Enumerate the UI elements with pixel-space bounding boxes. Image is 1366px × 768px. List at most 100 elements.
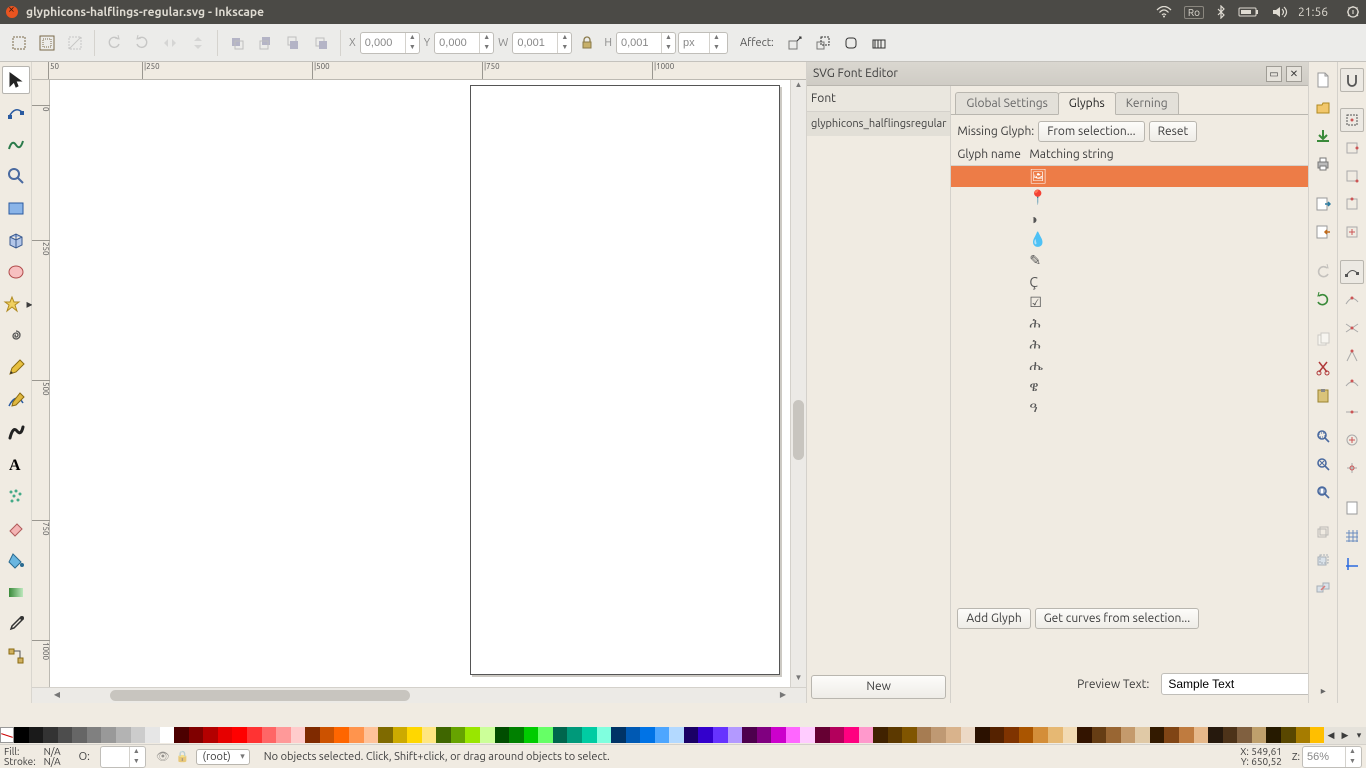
- color-swatch[interactable]: [291, 727, 306, 743]
- lower-bottom-icon[interactable]: [308, 30, 334, 56]
- color-swatch[interactable]: [509, 727, 524, 743]
- cut-icon[interactable]: [1311, 356, 1335, 380]
- cmd-col-expand-icon[interactable]: ▸: [1321, 685, 1326, 697]
- color-swatch[interactable]: [698, 727, 713, 743]
- snap-bbox-edge-icon[interactable]: [1340, 136, 1364, 160]
- bezier-tool-icon[interactable]: [2, 386, 30, 414]
- h-spinner[interactable]: ▲▼: [616, 32, 676, 54]
- color-swatch[interactable]: [101, 727, 116, 743]
- color-swatch[interactable]: [1296, 727, 1311, 743]
- select-all-layers-icon[interactable]: [6, 30, 32, 56]
- color-swatch[interactable]: [364, 727, 379, 743]
- color-swatch[interactable]: [611, 727, 626, 743]
- print-icon[interactable]: [1311, 152, 1335, 176]
- palette-scroll-right-icon[interactable]: ▶: [1338, 727, 1352, 744]
- vertical-scrollbar[interactable]: ▲▼: [790, 80, 806, 687]
- color-swatch[interactable]: [931, 727, 946, 743]
- color-swatch[interactable]: [1310, 727, 1324, 743]
- dropper-tool-icon[interactable]: [2, 610, 30, 638]
- duplicate-icon[interactable]: [1311, 520, 1335, 544]
- color-swatch[interactable]: [451, 727, 466, 743]
- color-swatch[interactable]: [1266, 727, 1281, 743]
- color-swatch[interactable]: [1004, 727, 1019, 743]
- color-swatch[interactable]: [145, 727, 160, 743]
- raise-icon[interactable]: [252, 30, 278, 56]
- spiral-tool-icon[interactable]: [2, 322, 30, 350]
- eraser-tool-icon[interactable]: [2, 514, 30, 542]
- x-spinner[interactable]: ▲▼: [360, 32, 420, 54]
- color-swatch[interactable]: [1281, 727, 1296, 743]
- color-swatch[interactable]: [888, 727, 903, 743]
- color-swatch[interactable]: [742, 727, 757, 743]
- color-swatch[interactable]: [349, 727, 364, 743]
- color-swatch[interactable]: [990, 727, 1005, 743]
- deselect-icon[interactable]: [62, 30, 88, 56]
- palette-menu-icon[interactable]: ▾: [1352, 727, 1366, 744]
- color-swatch[interactable]: [29, 727, 44, 743]
- snap-bbox-center-icon[interactable]: [1340, 220, 1364, 244]
- new-font-button[interactable]: New: [811, 675, 946, 699]
- snap-enable-icon[interactable]: [1340, 68, 1364, 92]
- reset-button[interactable]: Reset: [1149, 121, 1198, 142]
- affect-corners-icon[interactable]: [838, 30, 864, 56]
- flip-h-icon[interactable]: [157, 30, 183, 56]
- color-swatch[interactable]: [946, 727, 961, 743]
- color-swatch[interactable]: [465, 727, 480, 743]
- color-swatch[interactable]: [975, 727, 990, 743]
- color-swatch[interactable]: [14, 727, 29, 743]
- opacity-spinner[interactable]: ▲▼: [100, 746, 146, 768]
- zoom-selection-icon[interactable]: [1311, 424, 1335, 448]
- snap-midpoint-icon[interactable]: [1340, 400, 1364, 424]
- color-swatch[interactable]: [567, 727, 582, 743]
- font-list[interactable]: glyphicons_halflingsregular: [807, 112, 950, 671]
- open-document-icon[interactable]: [1311, 96, 1335, 120]
- tab-glyphs[interactable]: Glyphs: [1058, 92, 1116, 115]
- color-swatch[interactable]: [626, 727, 641, 743]
- color-swatch[interactable]: [1019, 727, 1034, 743]
- palette-scroll-left-icon[interactable]: ◀: [1324, 727, 1338, 744]
- glyph-row[interactable]: 📍: [951, 187, 1308, 208]
- spray-tool-icon[interactable]: [2, 482, 30, 510]
- layer-selector[interactable]: (root): [196, 749, 250, 765]
- snap-guide-icon[interactable]: [1340, 552, 1364, 576]
- no-color-swatch[interactable]: [0, 727, 14, 743]
- color-swatch[interactable]: [582, 727, 597, 743]
- affect-gradient-icon[interactable]: [866, 30, 892, 56]
- snap-smooth-icon[interactable]: [1340, 372, 1364, 396]
- color-swatch[interactable]: [669, 727, 684, 743]
- glyph-row[interactable]: ዓ: [951, 397, 1308, 418]
- rect-tool-icon[interactable]: [2, 194, 30, 222]
- snap-bbox-icon[interactable]: [1340, 108, 1364, 132]
- paste-icon[interactable]: [1311, 384, 1335, 408]
- color-swatch[interactable]: [262, 727, 277, 743]
- color-swatch[interactable]: [757, 727, 772, 743]
- select-bbox-icon[interactable]: [34, 30, 60, 56]
- color-swatch[interactable]: [1252, 727, 1267, 743]
- clock[interactable]: 21:56: [1298, 6, 1328, 19]
- snap-path-icon[interactable]: [1340, 288, 1364, 312]
- color-swatch[interactable]: [771, 727, 786, 743]
- color-swatch[interactable]: [1048, 727, 1063, 743]
- snap-intersection-icon[interactable]: [1340, 316, 1364, 340]
- window-close-icon[interactable]: [6, 6, 18, 18]
- glyph-row[interactable]: ሔ: [951, 355, 1308, 376]
- ruler-vertical[interactable]: 0 250 500 750 1000: [32, 80, 50, 687]
- panel-close-icon[interactable]: ✕: [1286, 66, 1302, 82]
- ruler-horizontal[interactable]: 50 |250 |500 |750 |1000: [32, 62, 806, 80]
- save-document-icon[interactable]: [1311, 124, 1335, 148]
- get-curves-button[interactable]: Get curves from selection...: [1035, 608, 1199, 629]
- color-swatch[interactable]: [174, 727, 189, 743]
- zoom-drawing-icon[interactable]: [1311, 452, 1335, 476]
- color-swatch[interactable]: [830, 727, 845, 743]
- color-swatch[interactable]: [87, 727, 102, 743]
- tweak-tool-icon[interactable]: [2, 130, 30, 158]
- y-spinner[interactable]: ▲▼: [434, 32, 494, 54]
- color-swatch[interactable]: [203, 727, 218, 743]
- glyph-row[interactable]: Ç: [951, 271, 1308, 292]
- snap-bbox-midpoint-icon[interactable]: [1340, 192, 1364, 216]
- redo-icon[interactable]: [1311, 288, 1335, 312]
- color-swatch[interactable]: [72, 727, 87, 743]
- color-swatch[interactable]: [815, 727, 830, 743]
- color-swatch[interactable]: [1033, 727, 1048, 743]
- color-swatch[interactable]: [247, 727, 262, 743]
